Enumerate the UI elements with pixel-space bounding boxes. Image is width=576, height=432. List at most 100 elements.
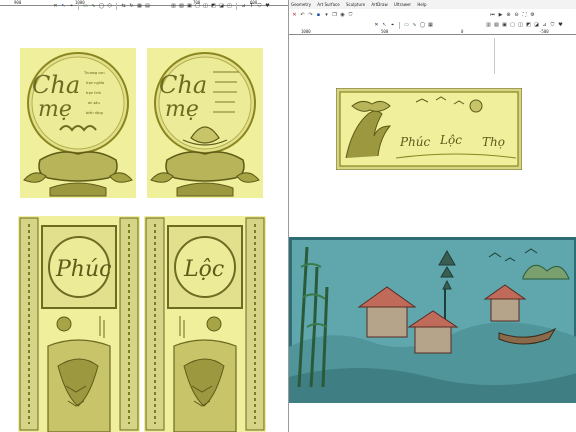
- first-icon[interactable]: ⏮: [489, 12, 496, 19]
- relief-landscape-panel-art: Phúc Lộc Thọ: [336, 88, 522, 170]
- ellipse-icon[interactable]: ◯: [419, 22, 426, 29]
- relief-parent-panel-1-art: Cha mẹ Thương con trọn nghĩa trọn tình ơ…: [20, 48, 136, 198]
- relief-small-line: ơn sâu: [88, 101, 100, 105]
- relief-pagoda-panel-art: [289, 237, 576, 403]
- fit-icon[interactable]: ⛶: [521, 12, 528, 19]
- shield-icon[interactable]: ⛉: [347, 12, 354, 19]
- relief-parent-panel-2[interactable]: Cha mẹ: [147, 48, 263, 198]
- menu-artdraw[interactable]: ArtDraw: [371, 2, 387, 7]
- menu-geometry[interactable]: Geometry: [291, 2, 311, 7]
- close-icon[interactable]: ✕: [291, 12, 298, 19]
- door-word: Lộc: [183, 257, 224, 282]
- pointer-icon[interactable]: ↖: [381, 22, 388, 29]
- heart-icon[interactable]: ♥: [557, 22, 564, 29]
- ruler-label: -500: [539, 29, 549, 34]
- rectangle-icon[interactable]: ▭: [82, 3, 89, 10]
- relief-door-panel-right[interactable]: Lộc: [144, 216, 266, 432]
- toolbar-divider: [116, 2, 117, 10]
- relief-small-line: trọn tình: [86, 91, 101, 95]
- heart-icon[interactable]: ♥: [264, 3, 271, 10]
- rectangle-icon[interactable]: ▭: [403, 22, 410, 29]
- layer-icon[interactable]: ▤: [144, 3, 151, 10]
- copy-icon[interactable]: ❐: [331, 12, 338, 19]
- select-icon[interactable]: ✕: [52, 3, 59, 10]
- menu-ultrawer[interactable]: Ultrawer: [394, 2, 411, 7]
- relief-small-line: trọn nghĩa: [86, 81, 104, 85]
- left-toolbar-2: ▥ ▧ ▣ ▢ ◫ ◩ ◪ ◰ ⊿ T ⛉ ♥: [170, 1, 271, 11]
- menu-bar: Geometry Art Surface Sculpture ArtDraw U…: [289, 0, 576, 9]
- landscape-text-a: Phúc: [399, 135, 431, 149]
- ruler-label: 1000: [301, 29, 311, 34]
- measure-icon[interactable]: ⊿: [240, 3, 247, 10]
- toolbar-divider: [236, 2, 237, 10]
- weld-icon[interactable]: ◫: [517, 22, 524, 29]
- relief-parent-panel-1[interactable]: Cha mẹ Thương con trọn nghĩa trọn tình ơ…: [20, 48, 136, 198]
- group-icon[interactable]: ▣: [501, 22, 508, 29]
- relief-big-text-2: mẹ: [165, 97, 199, 122]
- guide-line: [494, 38, 495, 74]
- ruler-label: 500: [381, 29, 389, 34]
- relief-pagoda-panel[interactable]: [289, 237, 576, 403]
- left-toolbar: ✕ ↖ ⌖ ▭ ∿ ◯ ⬡ ⇆ ↻ ▦ ▤: [52, 1, 151, 11]
- view-icon[interactable]: ◉: [339, 12, 346, 19]
- undo-icon[interactable]: ↶: [299, 12, 306, 19]
- left-viewport[interactable]: 900 1000 700 600 ✕ ↖ ⌖ ▭ ∿ ◯ ⬡ ⇆ ↻ ▦ ▤ ▥…: [0, 0, 288, 432]
- relief-parent-panel-2-art: Cha mẹ: [147, 48, 263, 198]
- relief-small-line: Thương con: [83, 71, 105, 75]
- curve-icon[interactable]: ∿: [90, 3, 97, 10]
- ungroup-icon[interactable]: ▢: [509, 22, 516, 29]
- relief-big-text: Cha: [32, 71, 80, 99]
- curve-icon[interactable]: ∿: [411, 22, 418, 29]
- text-tool-icon[interactable]: T: [248, 3, 255, 10]
- next-icon[interactable]: ▶: [497, 12, 504, 19]
- distribute-icon[interactable]: ▧: [178, 3, 185, 10]
- mirror-icon[interactable]: ⇆: [120, 3, 127, 10]
- shield-icon[interactable]: ⛉: [549, 22, 556, 29]
- node-edit-icon[interactable]: ⌖: [68, 3, 75, 10]
- offset-icon[interactable]: ◪: [218, 3, 225, 10]
- ellipse-icon[interactable]: ◯: [98, 3, 105, 10]
- redo-icon[interactable]: ↷: [307, 12, 314, 19]
- group-icon[interactable]: ▣: [186, 3, 193, 10]
- save-icon[interactable]: ▪: [315, 12, 322, 19]
- relief-door-panel-left[interactable]: Phúc: [18, 216, 140, 432]
- align-icon[interactable]: ▥: [170, 3, 177, 10]
- trim-icon[interactable]: ◩: [525, 22, 532, 29]
- menu-art-surface[interactable]: Art Surface: [317, 2, 339, 7]
- dropdown-icon[interactable]: ▾: [323, 12, 330, 19]
- zoom-out-icon[interactable]: ⊖: [513, 12, 520, 19]
- trim-icon[interactable]: ◩: [210, 3, 217, 10]
- measure-icon[interactable]: ⊿: [541, 22, 548, 29]
- top-ruler-right: 1000 500 0 -500: [289, 29, 576, 35]
- menu-help[interactable]: Help: [417, 2, 426, 7]
- landscape-text-c: Thọ: [482, 135, 505, 149]
- grid-icon[interactable]: ▦: [427, 22, 434, 29]
- pointer-icon[interactable]: ↖: [60, 3, 67, 10]
- rotate-icon[interactable]: ↻: [128, 3, 135, 10]
- align-icon[interactable]: ▥: [485, 22, 492, 29]
- door-word: Phúc: [55, 257, 111, 282]
- right-toolbar-1: ✕ ↶ ↷ ▪ ▾ ❐ ◉ ⛉: [291, 10, 354, 20]
- polygon-icon[interactable]: ⬡: [106, 3, 113, 10]
- weld-icon[interactable]: ◫: [202, 3, 209, 10]
- node-edit-icon[interactable]: ⌖: [389, 22, 396, 29]
- offset-icon[interactable]: ◪: [533, 22, 540, 29]
- relief-door-panel-right-art: Lộc: [144, 216, 266, 432]
- landscape-text-b: Lộc: [439, 133, 462, 147]
- menu-sculpture[interactable]: Sculpture: [346, 2, 365, 7]
- select-icon[interactable]: ✕: [373, 22, 380, 29]
- toolbar-divider: [78, 2, 79, 10]
- zoom-in-icon[interactable]: ⊕: [505, 12, 512, 19]
- shield-icon[interactable]: ⛉: [256, 3, 263, 10]
- fillet-icon[interactable]: ◰: [226, 3, 233, 10]
- relief-door-panel-left-art: Phúc: [18, 216, 140, 432]
- ungroup-icon[interactable]: ▢: [194, 3, 201, 10]
- relief-big-text-2: mẹ: [38, 97, 72, 122]
- grid-icon[interactable]: ▦: [136, 3, 143, 10]
- settings-icon[interactable]: ⚙: [529, 12, 536, 19]
- relief-landscape-panel[interactable]: Phúc Lộc Thọ: [336, 88, 522, 170]
- toolbar-divider: [399, 21, 400, 29]
- right-viewport[interactable]: Geometry Art Surface Sculpture ArtDraw U…: [288, 0, 576, 432]
- distribute-icon[interactable]: ▧: [493, 22, 500, 29]
- relief-big-text: Cha: [159, 71, 207, 99]
